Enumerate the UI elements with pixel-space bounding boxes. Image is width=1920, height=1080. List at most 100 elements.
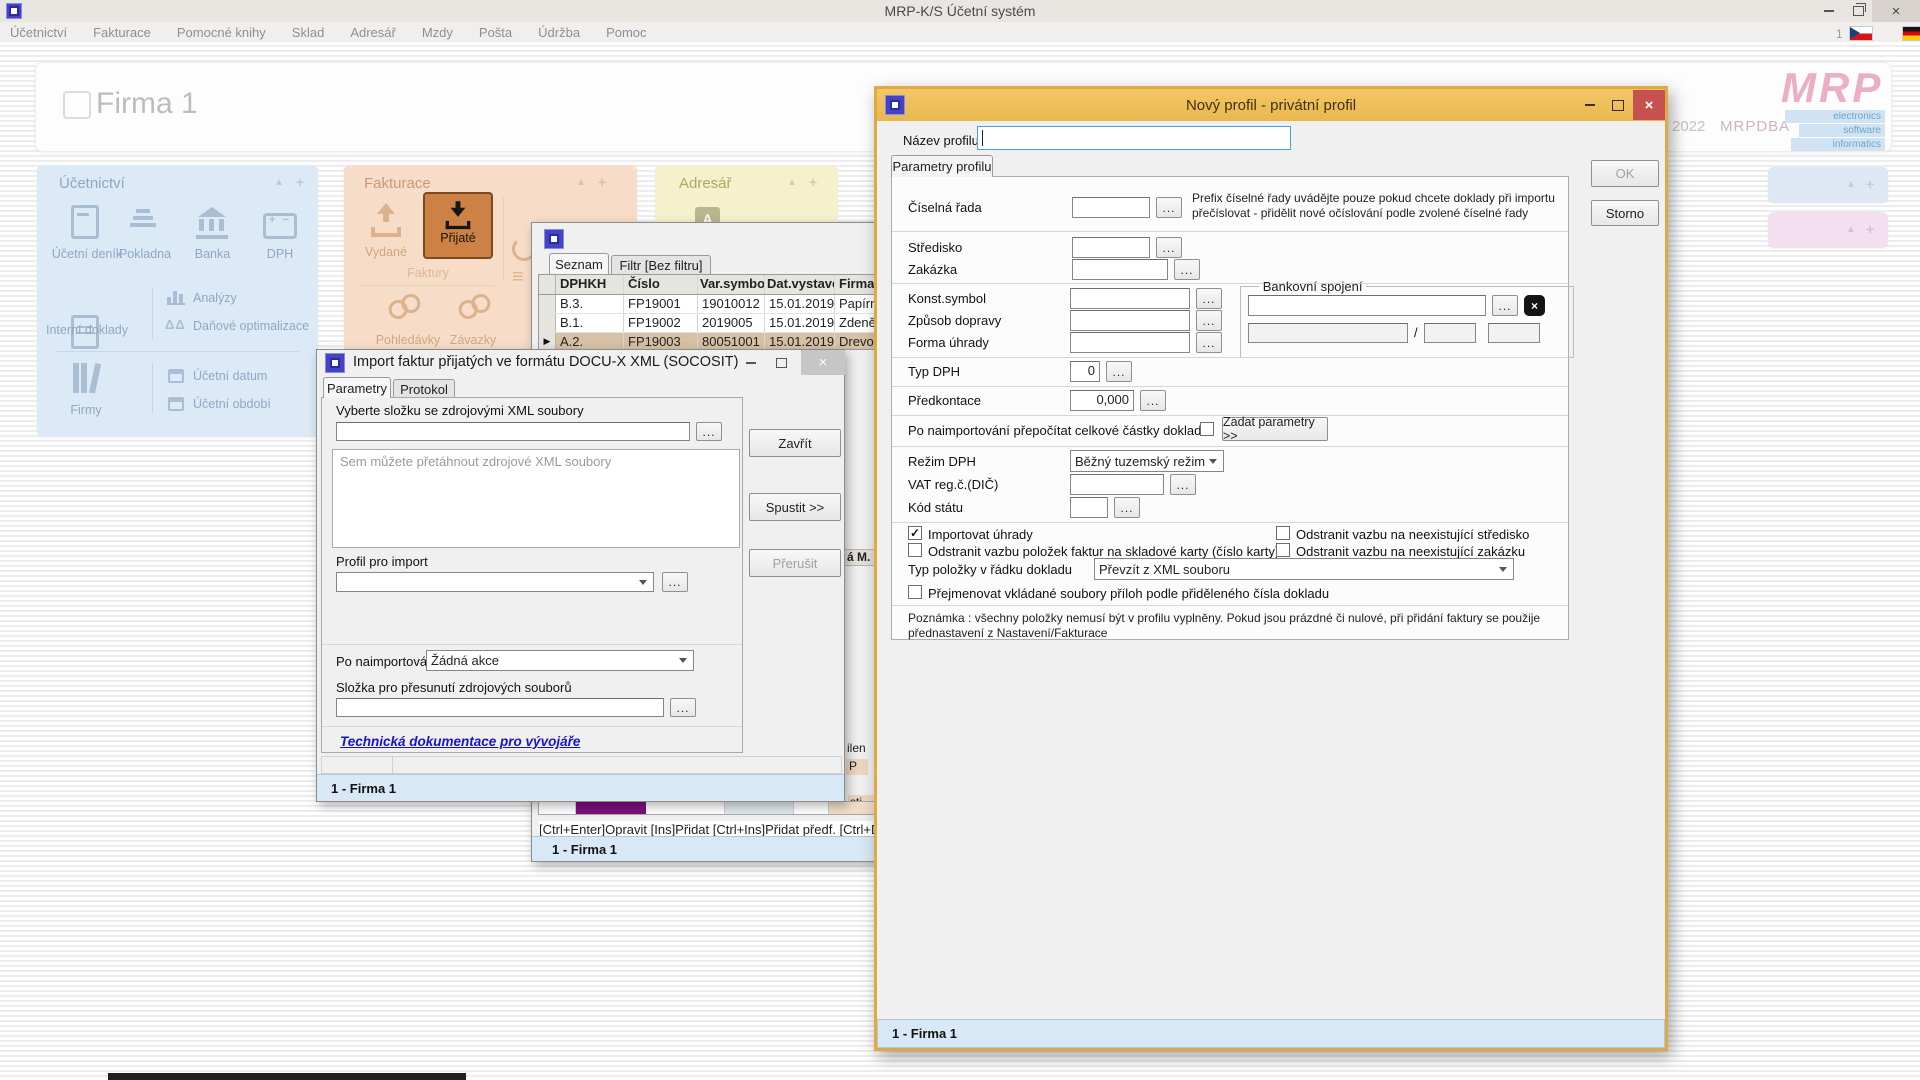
profile-browse-button[interactable]: ... xyxy=(662,572,688,592)
menu-sklad[interactable]: Sklad xyxy=(292,25,325,40)
collapse-up-icon[interactable]: ▲ xyxy=(576,178,586,188)
ok-button[interactable]: OK xyxy=(1591,160,1659,187)
move-icon[interactable]: + xyxy=(598,176,606,188)
xml-drop-area[interactable]: Sem můžete přetáhnout zdrojové XML soubo… xyxy=(332,449,740,548)
profile-name-input[interactable] xyxy=(977,126,1291,150)
menu-pomocne-knihy[interactable]: Pomocné knihy xyxy=(177,25,266,40)
item-banka[interactable]: Banka xyxy=(185,247,240,261)
tab-protokol[interactable]: Protokol xyxy=(393,379,455,398)
bank-icon[interactable] xyxy=(195,207,229,239)
vat-icon[interactable]: + − xyxy=(263,213,297,239)
move-icon[interactable]: + xyxy=(296,176,304,188)
cash-icon[interactable] xyxy=(130,209,156,227)
remove-center-checkbox[interactable] xyxy=(1276,526,1290,540)
panel-collapsed-blue[interactable]: ▲ + xyxy=(1768,167,1888,203)
vat-mode-combo[interactable]: Běžný tuzemský režim xyxy=(1070,450,1224,472)
cancel-button[interactable]: Storno xyxy=(1591,200,1659,226)
item-analyzy[interactable]: Analýzy xyxy=(193,291,237,305)
set-params-button[interactable]: Zadat parametry >> xyxy=(1222,417,1328,441)
dialog-minimize-button[interactable] xyxy=(1577,93,1603,117)
collapse-up-icon[interactable]: ▲ xyxy=(787,178,797,188)
journal-icon[interactable] xyxy=(71,205,99,239)
order-browse-button[interactable]: ... xyxy=(1174,259,1200,280)
payment-form-browse-button[interactable]: ... xyxy=(1196,332,1222,353)
vat-reg-browse-button[interactable]: ... xyxy=(1170,474,1196,495)
table-row[interactable]: B.3. FP19001 19010012 15.01.2019 Papírny xyxy=(539,295,881,314)
bank-account-input[interactable] xyxy=(1248,295,1486,316)
vat-type-browse-button[interactable]: ... xyxy=(1106,361,1132,382)
item-type-combo[interactable]: Převzít z XML souboru xyxy=(1094,558,1514,580)
vat-reg-input[interactable] xyxy=(1070,474,1164,495)
bank-code-input[interactable] xyxy=(1424,323,1476,343)
vat-type-input[interactable]: 0 xyxy=(1070,361,1100,382)
col-dphkh[interactable]: DPHKH xyxy=(556,275,624,294)
import-payments-checkbox[interactable]: ✓ xyxy=(908,526,922,540)
payment-form-input[interactable] xyxy=(1070,332,1190,353)
main-close-button[interactable]: × xyxy=(1872,0,1920,22)
remove-order-checkbox[interactable] xyxy=(1276,543,1290,557)
precontation-input[interactable]: 0,000 xyxy=(1070,390,1134,411)
taskbar-fragment[interactable] xyxy=(108,1073,466,1080)
tab-parametry[interactable]: Parametry xyxy=(323,377,391,398)
item-danove-optimalizace[interactable]: Daňové optimalizace xyxy=(193,319,309,333)
company-checkbox[interactable] xyxy=(63,91,91,119)
import-maximize-button[interactable] xyxy=(767,350,795,375)
accounting-date-icon[interactable] xyxy=(168,369,184,383)
run-import-button[interactable]: Spustit >> xyxy=(749,493,841,521)
remove-stock-checkbox[interactable] xyxy=(908,543,922,557)
col-dat-vystave[interactable]: Dat.vystave xyxy=(765,275,835,294)
order-input[interactable] xyxy=(1072,259,1168,280)
const-symbol-input[interactable] xyxy=(1070,288,1190,309)
after-import-combo[interactable]: Žádná akce xyxy=(426,650,694,671)
list-icon[interactable]: ≡ xyxy=(512,267,524,287)
invoices-in-button[interactable]: Přijaté xyxy=(423,192,493,259)
table-row[interactable]: B.1. FP19002 2019005 15.01.2019 Zdeněk xyxy=(539,314,881,333)
menu-posta[interactable]: Pošta xyxy=(479,25,512,40)
item-ucetni-obdobi[interactable]: Účetní období xyxy=(193,397,271,411)
czech-flag-icon[interactable] xyxy=(1850,27,1872,40)
invoices-out-icon[interactable] xyxy=(366,201,406,241)
accounting-period-icon[interactable] xyxy=(168,397,184,411)
tax-optimization-icon[interactable]: ΔΔ xyxy=(165,317,186,332)
source-folder-input[interactable] xyxy=(336,422,690,441)
bank-browse-button[interactable]: ... xyxy=(1492,295,1518,316)
item-firmy[interactable]: Firmy xyxy=(51,403,121,417)
country-code-input[interactable] xyxy=(1070,497,1108,518)
center-browse-button[interactable]: ... xyxy=(1156,237,1182,258)
main-restore-button[interactable] xyxy=(1844,0,1872,22)
bank-number-input[interactable] xyxy=(1248,323,1408,343)
item-pokladna[interactable]: Pokladna xyxy=(111,247,179,261)
col-cislo[interactable]: Číslo xyxy=(624,275,698,294)
bank-extra-input[interactable] xyxy=(1488,323,1540,343)
bank-clear-icon[interactable]: × xyxy=(1524,295,1545,316)
menu-ucetnictvi[interactable]: Účetnictví xyxy=(10,25,67,40)
companies-icon[interactable] xyxy=(73,361,95,393)
import-close-button[interactable]: × xyxy=(801,350,845,375)
move-icon[interactable]: + xyxy=(809,176,817,188)
move-folder-input[interactable] xyxy=(336,698,664,717)
source-folder-browse-button[interactable]: ... xyxy=(696,422,722,441)
profile-combo[interactable] xyxy=(336,572,654,592)
menu-mzdy[interactable]: Mzdy xyxy=(422,25,453,40)
recalc-checkbox[interactable] xyxy=(1200,422,1214,436)
item-zavazky[interactable]: Závazky xyxy=(442,333,504,347)
tab-filtr[interactable]: Filtr [Bez filtru] xyxy=(611,255,711,274)
dialog-close-button[interactable]: × xyxy=(1633,90,1665,120)
dialog-maximize-button[interactable] xyxy=(1605,93,1631,117)
country-code-browse-button[interactable]: ... xyxy=(1114,497,1140,518)
rename-checkbox[interactable] xyxy=(908,585,922,599)
item-dph[interactable]: DPH xyxy=(259,247,301,261)
analyses-icon[interactable] xyxy=(167,289,185,305)
item-interni-doklady[interactable]: Interní doklady xyxy=(37,323,137,337)
item-pohledavky[interactable]: Pohledávky xyxy=(366,333,450,347)
receivables-icon[interactable] xyxy=(386,291,424,322)
tab-seznam[interactable]: Seznam xyxy=(549,253,609,274)
number-series-browse-button[interactable]: ... xyxy=(1156,197,1182,218)
close-import-button[interactable]: Zavřít xyxy=(749,429,841,457)
center-input[interactable] xyxy=(1072,237,1150,258)
panel-collapsed-pink[interactable]: ▲ + xyxy=(1768,212,1888,248)
menu-adresar[interactable]: Adresář xyxy=(350,25,396,40)
precontation-browse-button[interactable]: ... xyxy=(1140,390,1166,411)
move-folder-browse-button[interactable]: ... xyxy=(670,698,696,717)
german-flag-icon[interactable] xyxy=(1903,27,1920,40)
